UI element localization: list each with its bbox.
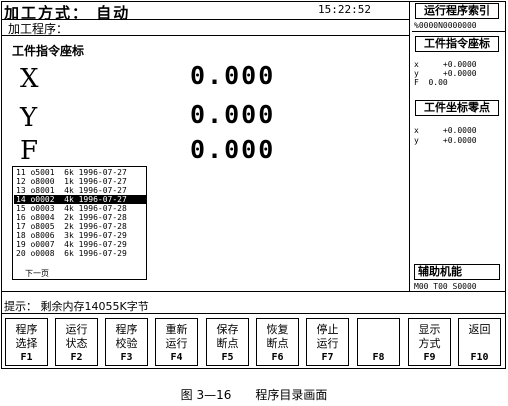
softkey-fn: F3 (120, 352, 133, 363)
softkey-label: 运行 (316, 337, 339, 350)
status-divider (1, 291, 506, 292)
softkey-f9-display-mode[interactable]: 显示 方式 F9 (408, 318, 451, 366)
softkey-f6-restore-breakpoint[interactable]: 恢复 断点 F6 (256, 318, 299, 366)
softkey-f10-return[interactable]: 返回 F10 (458, 318, 501, 366)
program-row[interactable]: 20 o0008 6k 1996-07-29 (14, 249, 147, 258)
cmd-coord-x: x +0.0000 (414, 60, 477, 69)
panel-title: 工件指令座标 (12, 44, 85, 58)
cmd-feed: F 0.00 (414, 78, 448, 87)
softkey-label: 保存 (216, 323, 239, 336)
softkey-label: 程序 (15, 323, 38, 336)
softkey-fn: F8 (372, 352, 385, 363)
cmd-coord-y: y +0.0000 (414, 69, 477, 78)
softkey-label: 返回 (468, 323, 491, 336)
program-directory-list[interactable]: 11 o5001 6k 1996-07-27 12 o8000 1k 1996-… (12, 166, 147, 280)
aux-function-value: M00 T00 S0000 (414, 282, 477, 291)
clock: 15:22:52 (318, 3, 371, 16)
program-row[interactable]: 15 o0003 4k 1996-07-28 (14, 204, 147, 213)
softkey-fn: F6 (271, 352, 284, 363)
softkey-label: 程序 (115, 323, 138, 336)
softkey-label: 显示 (418, 323, 441, 336)
work-zero-y: y +0.0000 (414, 136, 477, 145)
axis-label-f: F (20, 136, 39, 166)
program-row[interactable]: 19 o0007 4k 1996-07-29 (14, 240, 147, 249)
softkey-label: 停止 (316, 323, 339, 336)
softkey-label: 重新 (165, 323, 188, 336)
softkey-label: 选择 (15, 337, 38, 350)
softkey-f7-stop-run[interactable]: 停止 运行 F7 (306, 318, 349, 366)
softkey-fn: F9 (423, 352, 436, 363)
program-row-selected[interactable]: 14 o0002 4k 1996-07-27 (14, 195, 147, 204)
program-row[interactable]: 17 o8005 2k 1996-07-28 (14, 222, 147, 231)
softkey-fn: F4 (170, 352, 183, 363)
status-hint: 提示： 剩余内存14055K字节 (4, 300, 149, 313)
softkey-label: 恢复 (266, 323, 289, 336)
softkey-fn: F7 (321, 352, 334, 363)
axis-value-x: 0.000 (190, 61, 276, 90)
figure-caption: 图 3—16 程序目录画面 (180, 388, 328, 402)
work-zero-title: 工件坐标零点 (415, 100, 499, 116)
run-index-value: %0000N0000000 (414, 21, 477, 30)
run-index-title: 运行程序索引 (415, 3, 499, 19)
axis-label-y: Y (20, 103, 38, 133)
next-page-link[interactable]: 下一页 (25, 268, 49, 279)
softkey-f4-rerun[interactable]: 重新 运行 F4 (155, 318, 198, 366)
softkey-label: 运行 (165, 337, 188, 350)
softkey-divider (1, 313, 506, 314)
softkey-f3-program-check[interactable]: 程序 校验 F3 (105, 318, 148, 366)
softkey-label: 方式 (418, 337, 441, 350)
program-row[interactable]: 11 o5001 6k 1996-07-27 (14, 168, 147, 177)
softkey-f1-program-select[interactable]: 程序 选择 F1 (5, 318, 48, 366)
softkey-label: 校验 (115, 337, 138, 350)
softkey-label: 运行 (65, 323, 88, 336)
program-row[interactable]: 16 o8004 2k 1996-07-28 (14, 213, 147, 222)
softkey-f5-save-breakpoint[interactable]: 保存 断点 F5 (206, 318, 249, 366)
axis-value-f: 0.000 (190, 135, 276, 164)
softkey-label: 断点 (266, 337, 289, 350)
right-panel-divider (409, 1, 410, 291)
cmd-coord-title: 工件指令座标 (415, 36, 499, 52)
right-divider (412, 31, 506, 32)
softkey-label: 断点 (216, 337, 239, 350)
axis-label-x: X (20, 64, 39, 94)
aux-function-title: 辅助机能 (414, 264, 500, 280)
softkey-f2-run-status[interactable]: 运行 状态 F2 (55, 318, 98, 366)
softkey-fn: F1 (20, 352, 33, 363)
softkey-f8[interactable]: F8 (357, 318, 400, 366)
program-row[interactable]: 12 o8000 1k 1996-07-27 (14, 177, 147, 186)
program-row[interactable]: 18 o8006 3k 1996-07-29 (14, 231, 147, 240)
softkey-fn: F5 (221, 352, 234, 363)
softkey-label: 状态 (65, 337, 88, 350)
work-zero-x: x +0.0000 (414, 126, 477, 135)
axis-value-y: 0.000 (190, 100, 276, 129)
main-divider (1, 35, 409, 36)
softkey-fn: F2 (70, 352, 83, 363)
softkey-fn: F10 (470, 352, 489, 363)
program-row[interactable]: 13 o8001 4k 1996-07-27 (14, 186, 147, 195)
